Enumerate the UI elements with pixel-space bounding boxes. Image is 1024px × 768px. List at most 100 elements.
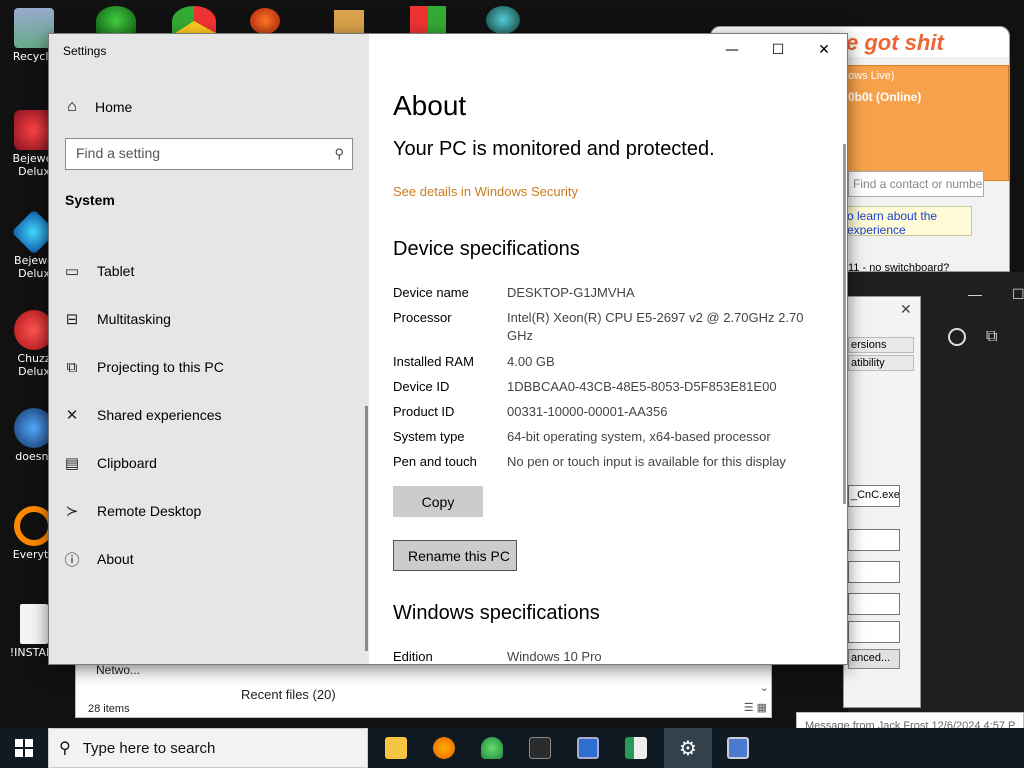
tab-previous-versions[interactable]: ersions — [848, 337, 914, 353]
maximize-icon[interactable]: ☐ — [1012, 286, 1024, 303]
taskbar-app-terminal[interactable] — [516, 728, 564, 768]
app-icon[interactable] — [410, 6, 446, 34]
scroll-down-icon[interactable]: ⌄ — [760, 681, 769, 694]
page-title: About — [393, 90, 467, 121]
spec-row: Pen and touch No pen or touch input is a… — [393, 453, 833, 471]
chat-status-panel — [841, 65, 1009, 181]
taskbar-search-placeholder: Type here to search — [82, 739, 216, 757]
sidebar-item-clipboard[interactable]: ▤ Clipboard — [63, 451, 157, 475]
protection-status: Your PC is monitored and protected. — [393, 138, 715, 160]
minimize-icon[interactable]: — — [968, 286, 982, 302]
extensions-icon[interactable]: ⧉ — [986, 328, 997, 346]
windows-spec-heading: Windows specifications — [393, 602, 600, 624]
start-in-field[interactable] — [848, 529, 900, 551]
sidebar-item-home[interactable]: ⌂ Home — [63, 96, 132, 118]
advanced-button[interactable]: anced... — [848, 649, 900, 669]
taskbar-app-settings[interactable]: ⚙ — [664, 728, 712, 768]
chrome-icon[interactable] — [172, 6, 216, 36]
explorer-item-count: 28 items — [88, 703, 130, 715]
desktop-icon-label: Chuzz Delux — [17, 352, 51, 378]
spec-row: System type 64-bit operating system, x64… — [393, 428, 833, 446]
sidebar-item-label: Projecting to this PC — [97, 359, 224, 375]
chat-learn-link[interactable]: o learn about the experience — [844, 206, 972, 236]
sidebar-item-projecting[interactable]: ⧉ Projecting to this PC — [63, 355, 224, 379]
spec-value: Intel(R) Xeon(R) CPU E5-2697 v2 @ 2.70GH… — [507, 310, 804, 343]
home-icon: ⌂ — [67, 98, 77, 115]
system-tool-icon — [577, 737, 599, 759]
shortcut-key-field[interactable] — [848, 561, 900, 583]
gear-icon: ⚙ — [679, 736, 697, 760]
search-icon: ⚲ — [59, 740, 71, 757]
view-toggle-icon[interactable]: ☰ ▦ — [744, 701, 767, 714]
taskbar-app-messenger[interactable] — [468, 728, 516, 768]
start-button[interactable] — [0, 728, 48, 768]
spec-key: Pen and touch — [393, 454, 477, 469]
taskbar-app-network-tool[interactable] — [714, 728, 762, 768]
info-icon: ⓘ — [64, 550, 80, 569]
settings-main-pane: About Your PC is monitored and protected… — [369, 34, 847, 664]
sidebar-item-multitasking[interactable]: ⊟ Multitasking — [63, 307, 171, 331]
spec-value: Windows 10 Pro — [507, 649, 602, 664]
search-placeholder: Find a setting — [76, 145, 161, 161]
spec-value: 1DBBCAA0-43CB-48E5-8053-D5F853E81E00 — [507, 379, 777, 394]
taskbar-app-spreadsheet[interactable] — [612, 728, 660, 768]
sidebar-item-label: Home — [95, 99, 133, 115]
spec-value: 00331-10000-00001-AA356 — [507, 404, 668, 419]
sidebar-item-label: About — [97, 551, 134, 567]
taskbar-app-file-explorer[interactable] — [372, 728, 420, 768]
spec-key: Device ID — [393, 379, 450, 394]
sidebar-scrollbar[interactable] — [365, 406, 368, 651]
profile-icon[interactable] — [948, 328, 966, 346]
tablet-icon: ▭ — [64, 262, 80, 280]
device-spec-heading: Device specifications — [393, 238, 580, 260]
run-select[interactable] — [848, 593, 900, 615]
spec-key: Edition — [393, 649, 433, 664]
sidebar-section-label: System — [65, 192, 115, 208]
spreadsheet-icon — [625, 737, 647, 759]
messenger-icon[interactable] — [96, 6, 136, 36]
app-icon[interactable] — [486, 6, 520, 34]
comment-field[interactable] — [848, 621, 900, 643]
spec-row: Device name DESKTOP-G1JMVHA — [393, 284, 833, 302]
sidebar-item-remote-desktop[interactable]: ≻ Remote Desktop — [63, 499, 202, 523]
spec-row: Edition Windows 10 Pro — [393, 648, 833, 664]
spec-row: Device ID 1DBBCAA0-43CB-48E5-8053-D5F853… — [393, 378, 833, 396]
spec-key: Device name — [393, 285, 469, 300]
chat-title: ows Live) — [848, 70, 895, 82]
multitasking-icon: ⊟ — [65, 310, 79, 328]
explorer-network-item[interactable]: Netwo... — [96, 663, 140, 677]
sidebar-item-tablet[interactable]: ▭ Tablet — [63, 259, 134, 283]
settings-window: Settings ⌂ Home Find a setting ⚲ System … — [48, 33, 848, 665]
sidebar-item-shared-experiences[interactable]: ✕ Shared experiences — [63, 403, 222, 427]
app-icon[interactable] — [250, 8, 280, 34]
spec-value: DESKTOP-G1JMVHA — [507, 285, 635, 300]
chat-search-input[interactable]: Find a contact or number — [848, 171, 984, 197]
spec-key: Installed RAM — [393, 354, 474, 369]
tab-compatibility[interactable]: atibility — [848, 355, 914, 371]
explorer-recent-files[interactable]: Recent files (20) — [241, 687, 336, 702]
taskbar-app-system-tool[interactable] — [564, 728, 612, 768]
projecting-icon: ⧉ — [66, 358, 78, 376]
sidebar-item-about[interactable]: ⓘ About — [63, 547, 134, 571]
spec-value: 4.00 GB — [507, 354, 555, 369]
close-icon[interactable]: ✕ — [900, 301, 912, 318]
sidebar-item-label: Tablet — [97, 263, 135, 279]
firefox-icon — [433, 737, 455, 759]
chat-banner-text: e got shit — [846, 30, 944, 55]
settings-search-input[interactable]: Find a setting ⚲ — [65, 138, 353, 170]
spec-row: Processor Intel(R) Xeon(R) CPU E5-2697 v… — [393, 309, 833, 345]
spec-key: System type — [393, 429, 465, 444]
spec-value: 64-bit operating system, x64-based proce… — [507, 429, 771, 444]
taskbar-search-input[interactable]: ⚲ Type here to search — [48, 728, 368, 768]
terminal-icon — [529, 737, 551, 759]
main-scrollbar[interactable] — [843, 144, 846, 504]
taskbar: ⚲ Type here to search ⚙ — [0, 728, 1024, 768]
app-icon[interactable] — [334, 10, 364, 34]
windows-security-link[interactable]: See details in Windows Security — [393, 184, 578, 199]
rename-pc-button[interactable]: Rename this PC — [393, 540, 517, 571]
copy-button[interactable]: Copy — [393, 486, 483, 517]
target-field[interactable]: _CnC.exe" — [848, 485, 900, 507]
taskbar-app-firefox[interactable] — [420, 728, 468, 768]
sidebar-item-label: Clipboard — [97, 455, 157, 471]
spec-value: No pen or touch input is available for t… — [507, 454, 786, 469]
